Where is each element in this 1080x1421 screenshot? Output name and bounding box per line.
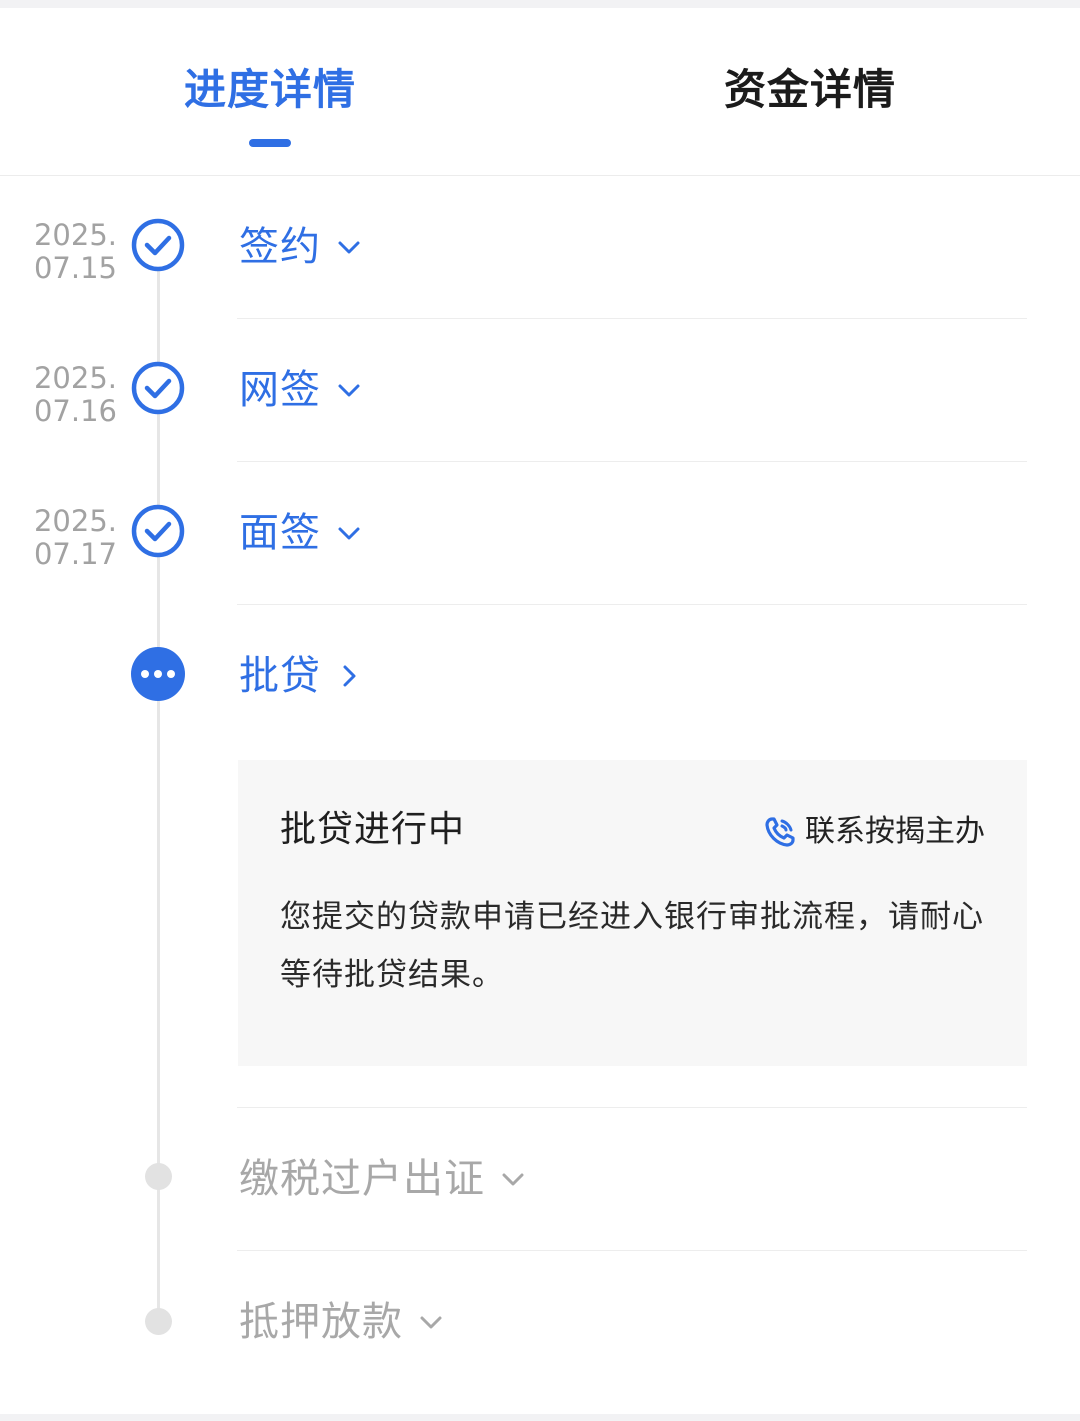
tab-progress-details[interactable]: 进度详情 [70,60,470,120]
step-mortgage-disbursement[interactable]: 抵押放款 [239,1294,445,1350]
step-date: 2025. 07.15 [17,219,117,285]
step-label: 批贷 [239,653,321,699]
chevron-right-icon [343,665,356,687]
step-date-day: 07.17 [33,537,117,571]
check-circle-icon [131,504,185,558]
step-date-year: 2025. [33,218,117,252]
contact-mortgage-officer-button[interactable]: 联系按揭主办 [763,812,985,852]
tab-divider [0,175,1080,176]
active-tab-indicator [249,139,291,147]
phone-icon [765,817,795,847]
step-date-day: 07.15 [33,251,117,285]
step-label: 面签 [239,510,321,556]
row-divider [237,604,1027,605]
step-date-year: 2025. [33,361,117,395]
check-circle-icon [131,218,185,272]
chevron-down-icon [420,1316,442,1329]
row-divider [237,1107,1027,1108]
pending-dot [145,1163,172,1190]
in-progress-icon [131,647,185,701]
chevron-down-icon [338,384,360,397]
step-date: 2025. 07.17 [17,505,117,571]
dot [154,670,162,678]
top-strip [0,0,1080,8]
row-divider [237,318,1027,319]
step-face-sign[interactable]: 面签 [239,505,363,561]
panel-body: 您提交的贷款申请已经进入银行审批流程，请耐心等待批贷结果。 [280,899,984,993]
check-circle-icon [131,361,185,415]
contact-label: 联系按揭主办 [805,814,985,849]
step-label: 签约 [239,224,321,270]
row-divider [237,461,1027,462]
step-label: 网签 [239,367,321,413]
step-loan-approval[interactable]: 批贷 [239,648,363,704]
step-tax-transfer-certificate[interactable]: 缴税过户出证 [239,1151,527,1207]
chevron-down-icon [338,527,360,540]
chevron-down-icon [502,1173,524,1186]
bottom-strip [0,1414,1080,1421]
chevron-down-icon [338,241,360,254]
row-divider [237,1250,1027,1251]
panel-title: 批贷进行中 [280,809,466,850]
pending-dot [145,1308,172,1335]
step-date-day: 07.16 [33,394,117,428]
step-sign-contract[interactable]: 签约 [239,219,363,275]
step-label: 抵押放款 [239,1299,403,1345]
step-date-year: 2025. [33,504,117,538]
step-label: 缴税过户出证 [239,1156,485,1202]
step-date: 2025. 07.16 [17,362,117,428]
tab-funds-details[interactable]: 资金详情 [610,60,1010,120]
dot [167,670,175,678]
status-panel: 批贷进行中 联系按揭主办 您提交的贷款申请已经进入银行审批流程，请耐心等待批贷结… [238,760,1027,1066]
dot [141,670,149,678]
step-online-sign[interactable]: 网签 [239,362,363,418]
